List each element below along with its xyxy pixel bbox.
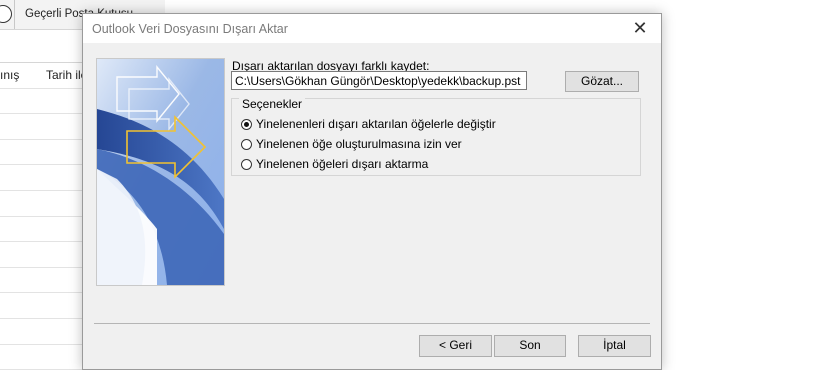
list-item[interactable] [0, 217, 82, 243]
dialog-title: Outlook Veri Dosyasını Dışarı Aktar [92, 22, 288, 36]
radio-button-selected[interactable] [241, 118, 252, 130]
option-replace-duplicates[interactable]: Yinelenenleri dışarı aktarılan öğelerle … [241, 116, 496, 132]
message-list [0, 63, 82, 370]
wizard-banner-image [96, 58, 225, 286]
list-item[interactable] [0, 293, 82, 319]
list-item[interactable] [0, 63, 82, 89]
option-label: Yinelenen öğe oluşturulmasına izin ver [256, 137, 462, 151]
footer-separator [94, 323, 650, 324]
list-item[interactable] [0, 268, 82, 294]
radio-button[interactable] [241, 158, 252, 170]
list-item[interactable] [0, 165, 82, 191]
option-label: Yinelenen öğeleri dışarı aktarma [256, 157, 429, 171]
close-icon[interactable]: ✕ [619, 14, 661, 43]
option-do-not-export-duplicates[interactable]: Yinelenen öğeleri dışarı aktarma [241, 156, 428, 172]
radio-button[interactable] [241, 138, 252, 150]
search-icon[interactable] [0, 5, 12, 23]
list-item[interactable] [0, 114, 82, 140]
list-item[interactable] [0, 345, 82, 370]
browse-button[interactable]: Gözat... [565, 71, 639, 92]
export-dialog: Outlook Veri Dosyasını Dışarı Aktar ✕ Dı… [82, 13, 662, 370]
list-item[interactable] [0, 319, 82, 345]
back-button[interactable]: < Geri [419, 335, 492, 357]
option-label: Yinelenenleri dışarı aktarılan öğelerle … [256, 117, 496, 131]
list-item[interactable] [0, 242, 82, 268]
dialog-titlebar[interactable]: Outlook Veri Dosyasını Dışarı Aktar ✕ [83, 14, 661, 43]
file-path-input[interactable] [231, 71, 527, 90]
options-legend: Seçenekler [239, 97, 306, 111]
option-allow-duplicates[interactable]: Yinelenen öğe oluşturulmasına izin ver [241, 136, 462, 152]
list-item[interactable] [0, 140, 82, 166]
list-item[interactable] [0, 191, 82, 217]
finish-button[interactable]: Son [494, 335, 566, 357]
cancel-button[interactable]: İptal [578, 335, 651, 357]
list-item[interactable] [0, 89, 82, 115]
